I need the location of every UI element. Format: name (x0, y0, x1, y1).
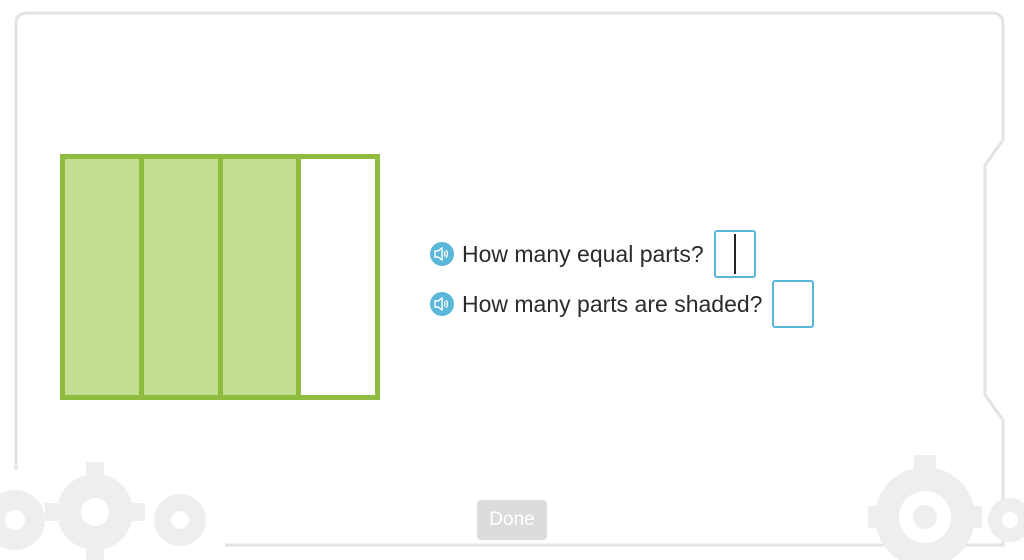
question-shaded-parts: How many parts are shaded? (430, 280, 815, 328)
shaded-part (217, 159, 297, 395)
shaded-part (138, 159, 218, 395)
text-cursor (733, 234, 736, 274)
speaker-icon-glyph (434, 246, 449, 262)
question-text: How many equal parts? (462, 240, 704, 267)
shaded-part (65, 159, 139, 395)
equal-parts-answer-input[interactable] (713, 230, 756, 278)
question-equal-parts: How many equal parts? (430, 230, 756, 278)
fraction-model (60, 154, 380, 400)
done-button[interactable]: Done (477, 500, 547, 540)
gear-decoration-left (0, 462, 206, 560)
speaker-icon[interactable] (430, 242, 454, 266)
speaker-icon-glyph (434, 296, 449, 312)
shaded-parts-answer-input[interactable] (772, 280, 815, 328)
speaker-icon[interactable] (430, 292, 454, 316)
question-text: How many parts are shaded? (462, 290, 763, 317)
unshaded-part (296, 159, 375, 395)
